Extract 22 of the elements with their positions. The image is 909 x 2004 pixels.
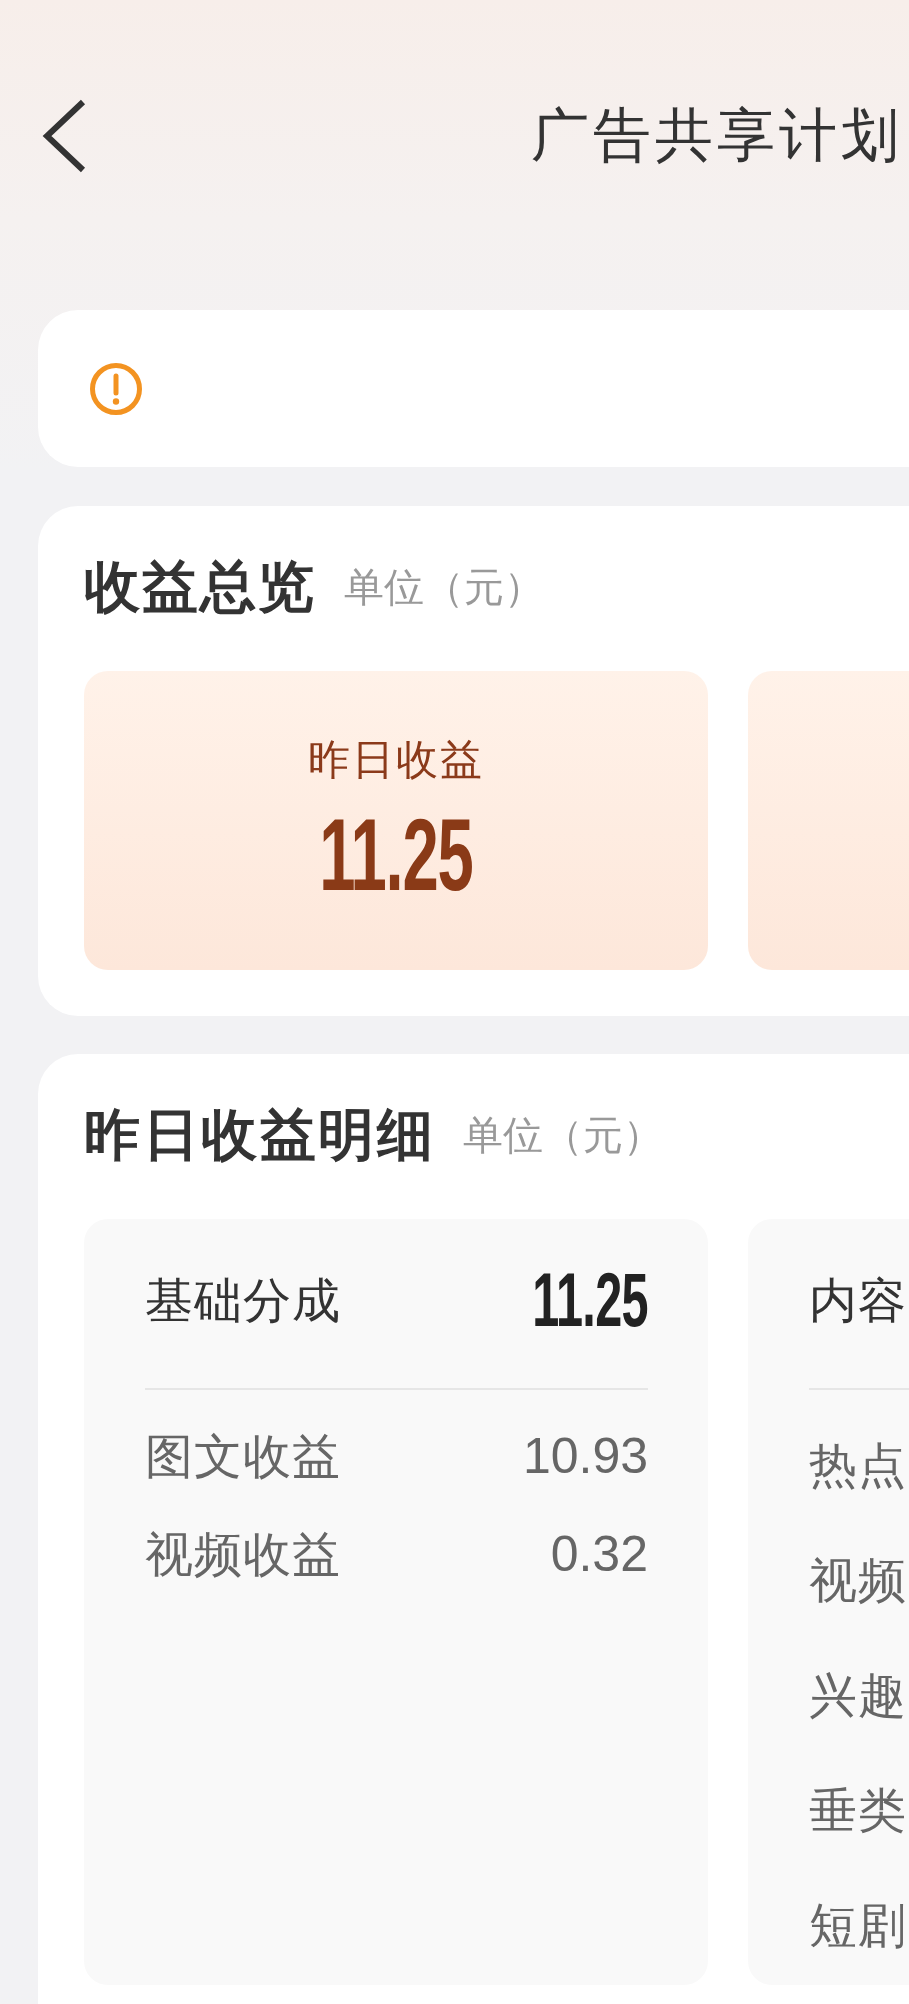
page-title: 广告共享计划 [531, 101, 903, 171]
item-value: 10.93 [522, 1427, 648, 1485]
stat-value: 11.25 [319, 804, 473, 906]
item-label: 视频 [809, 1550, 907, 1609]
item-label: 图文收益 [145, 1427, 341, 1485]
section-title: 收益总览 [84, 553, 316, 620]
group-total: 11.25 [532, 1262, 648, 1338]
stat-label: 昨日收益 [308, 735, 484, 785]
item-value: 0.32 [550, 1525, 648, 1583]
item-label: 短剧 [809, 1895, 907, 1954]
item-label: 兴趣 [809, 1665, 907, 1724]
unit-label: 单位（元） [344, 562, 544, 611]
item-label: 热点 [809, 1435, 907, 1494]
section-title: 昨日收益明细 [84, 1101, 435, 1168]
group-title: 内容 [809, 1271, 907, 1329]
back-icon [42, 99, 86, 173]
back-button[interactable] [42, 99, 86, 173]
item-label: 垂类 [809, 1780, 907, 1839]
group-title: 基础分成 [145, 1271, 341, 1329]
unit-label: 单位（元） [463, 1110, 663, 1159]
item-label: 视频收益 [145, 1525, 341, 1583]
warning-icon [90, 362, 142, 415]
